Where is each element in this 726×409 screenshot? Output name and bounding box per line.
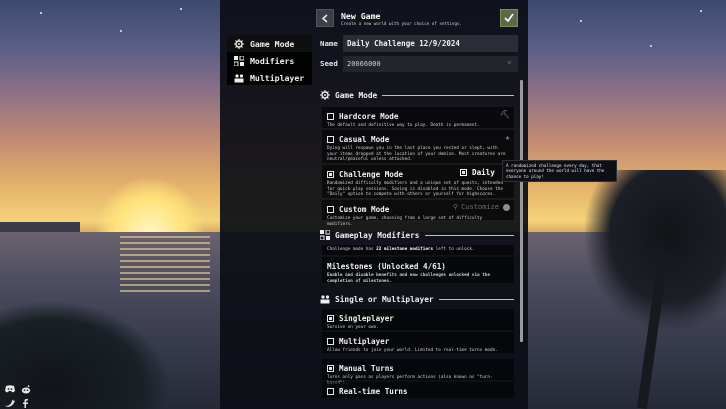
checkbox[interactable] [327, 206, 334, 213]
seed-label: Seed [320, 59, 338, 68]
pickaxe-icon: ⛏ [500, 110, 510, 119]
option-description: Customize your game, choosing from a lar… [327, 216, 510, 227]
realtime-turns-option[interactable]: Real-time Turns [322, 382, 514, 398]
divider [382, 95, 514, 96]
scrollbar[interactable] [520, 80, 523, 342]
note-prefix: Challenge mode has [327, 247, 374, 252]
singleplayer-option[interactable]: Singleplayer Survive on your own. [322, 309, 514, 330]
daily-checkbox[interactable] [460, 169, 467, 176]
seed-input[interactable] [343, 56, 518, 72]
section-label: Gameplay Modifiers [335, 231, 420, 240]
discord-icon[interactable] [4, 384, 15, 394]
option-title: Milestones (Unlocked 4/61) [327, 262, 446, 271]
facebook-icon[interactable] [20, 398, 31, 408]
option-title: Manual Turns [339, 364, 394, 373]
world-name-input[interactable] [343, 35, 518, 52]
reddit-icon[interactable] [20, 384, 31, 394]
option-title: Singleplayer [339, 314, 394, 323]
star-icon: ★ [505, 133, 510, 142]
page-subtitle: Create a new world with your choice of s… [341, 21, 462, 26]
sidebar-item-label: Multiplayer [250, 73, 304, 83]
checkbox[interactable] [327, 338, 334, 345]
option-title: Challenge Mode [339, 170, 403, 179]
checkbox[interactable] [327, 388, 334, 395]
checkbox[interactable] [327, 136, 334, 143]
note-suffix: left to unlock. [436, 247, 475, 252]
checkmark-icon [504, 13, 514, 23]
casual-mode-option[interactable]: Casual Mode Dying will respawn you in th… [322, 130, 514, 163]
arrow-circle-icon [503, 204, 510, 211]
sidebar-item-label: Modifiers [250, 56, 294, 66]
daily-tooltip: A randomized challenge every day, that e… [502, 160, 617, 182]
back-button[interactable] [316, 9, 334, 27]
challenge-mode-option[interactable]: Challenge Mode Randomized difficulty mod… [322, 165, 514, 198]
hardcore-mode-option[interactable]: Hardcore Mode The default and definitive… [322, 107, 514, 128]
options-scroll-area[interactable]: Game Mode Hardcore Mode The default and … [316, 80, 520, 409]
checkbox[interactable] [327, 113, 334, 120]
milestone-note: Challenge mode has 22 milestone modifier… [322, 245, 514, 255]
option-title: Casual Mode [339, 135, 389, 144]
customize-label: Customize [461, 203, 499, 211]
twitter-icon[interactable] [4, 398, 15, 408]
page-title: New Game [341, 11, 380, 21]
divider [425, 235, 515, 236]
option-title: Custom Mode [339, 205, 389, 214]
customize-button[interactable]: ⚲ Customize [453, 203, 510, 211]
section-game-mode: Game Mode [316, 87, 520, 103]
modifiers-icon [233, 55, 244, 66]
players-icon [320, 294, 330, 304]
option-description: Allow friends to join your world. Limite… [327, 348, 510, 354]
option-description: Dying will respawn you in the last place… [327, 146, 510, 163]
confirm-button[interactable] [500, 9, 518, 27]
checkbox-checked[interactable] [327, 365, 334, 372]
milestone-note-text: Challenge mode has 22 milestone modifier… [327, 247, 510, 253]
search-icon: ⚲ [453, 203, 458, 211]
option-description: Survive on your own. [327, 325, 510, 331]
sun-reflection [120, 236, 210, 296]
section-label: Game Mode [335, 91, 377, 100]
option-title: Hardcore Mode [339, 112, 398, 121]
section-single-multiplayer: Single or Multiplayer [316, 291, 520, 307]
gear-icon [233, 38, 244, 49]
chevron-left-icon [321, 14, 329, 23]
option-description: Enable and disable benefits and new chal… [327, 273, 510, 284]
players-icon [233, 72, 244, 83]
section-label: Single or Multiplayer [335, 295, 434, 304]
sidebar-item-multiplayer[interactable]: Multiplayer [227, 69, 312, 86]
section-gameplay-modifiers: Gameplay Modifiers [316, 227, 520, 243]
milestones-option[interactable]: Milestones (Unlocked 4/61) Enable and di… [322, 257, 514, 283]
daily-label: Daily [472, 168, 495, 177]
note-highlight: 22 milestone modifiers [376, 247, 433, 252]
option-title: Real-time Turns [339, 387, 408, 396]
custom-mode-option[interactable]: Custom Mode Customize your game, choosin… [322, 200, 514, 220]
modifiers-icon [320, 230, 330, 240]
option-description: Randomized difficulty modifiers and a un… [327, 181, 510, 198]
daily-toggle[interactable]: Daily [460, 168, 495, 177]
checkbox-checked[interactable] [327, 171, 334, 178]
option-description: The default and definitive way to play. … [327, 123, 510, 129]
manual-turns-option[interactable]: Manual Turns Turns only pass as players … [322, 359, 514, 380]
multiplayer-option[interactable]: Multiplayer Allow friends to join your w… [322, 332, 514, 353]
checkbox-checked[interactable] [327, 315, 334, 322]
sidebar: Game Mode Modifiers Multiplayer [227, 35, 312, 85]
name-label: Name [320, 39, 338, 48]
divider [439, 299, 514, 300]
sidebar-item-modifiers[interactable]: Modifiers [227, 52, 312, 69]
option-title: Multiplayer [339, 337, 389, 346]
header: New Game Create a new world with your ch… [316, 9, 518, 29]
sidebar-item-label: Game Mode [250, 39, 294, 49]
sidebar-item-game-mode[interactable]: Game Mode [227, 35, 312, 52]
gear-icon [320, 90, 330, 100]
seed-clear-button[interactable]: × [507, 58, 512, 67]
